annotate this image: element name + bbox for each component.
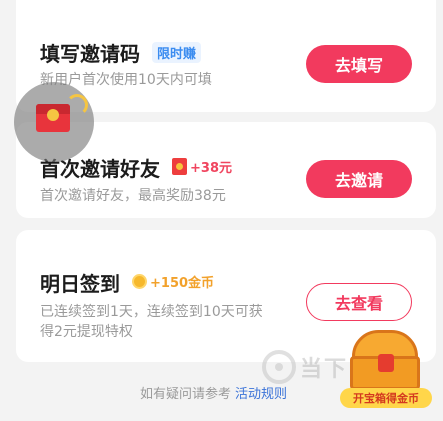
redpacket-icon — [172, 158, 187, 175]
limited-time-badge: 限时赚 — [152, 42, 202, 63]
invite-friends-button[interactable]: 去邀请 — [306, 160, 412, 198]
watermark-logo-icon — [262, 350, 296, 384]
footer: 如有疑问请参考 活动规则 — [140, 383, 287, 402]
checkin-title: 明日签到 — [40, 272, 120, 296]
watermark: 当下 — [262, 350, 348, 384]
treasure-label: 开宝箱得金币 — [340, 388, 432, 408]
invite-code-title: 填写邀请码 — [40, 42, 140, 66]
footer-text: 如有疑问请参考 — [140, 387, 232, 402]
invite-friends-subtitle: 首次邀请好友，最高奖励38元 — [40, 188, 226, 204]
invite-reward-value: +38元 — [190, 161, 232, 176]
treasure-chest-icon[interactable]: 开宝箱得金币 — [340, 330, 436, 412]
checkin-reward: +150金币 — [132, 272, 214, 291]
coin-icon — [132, 274, 147, 289]
checkin-subtitle-line2: 得2元提现特权 — [40, 324, 133, 340]
checkin-subtitle-line1: 已连续签到1天，连续签到10天可获 — [40, 304, 263, 320]
floating-redpacket-icon[interactable] — [14, 82, 94, 162]
activity-rules-link[interactable]: 活动规则 — [235, 387, 287, 402]
view-checkin-button[interactable]: 去查看 — [306, 283, 412, 321]
checkin-reward-value: +150金币 — [150, 276, 215, 291]
fill-invite-code-button[interactable]: 去填写 — [306, 45, 412, 83]
invite-reward: +38元 — [172, 157, 232, 176]
